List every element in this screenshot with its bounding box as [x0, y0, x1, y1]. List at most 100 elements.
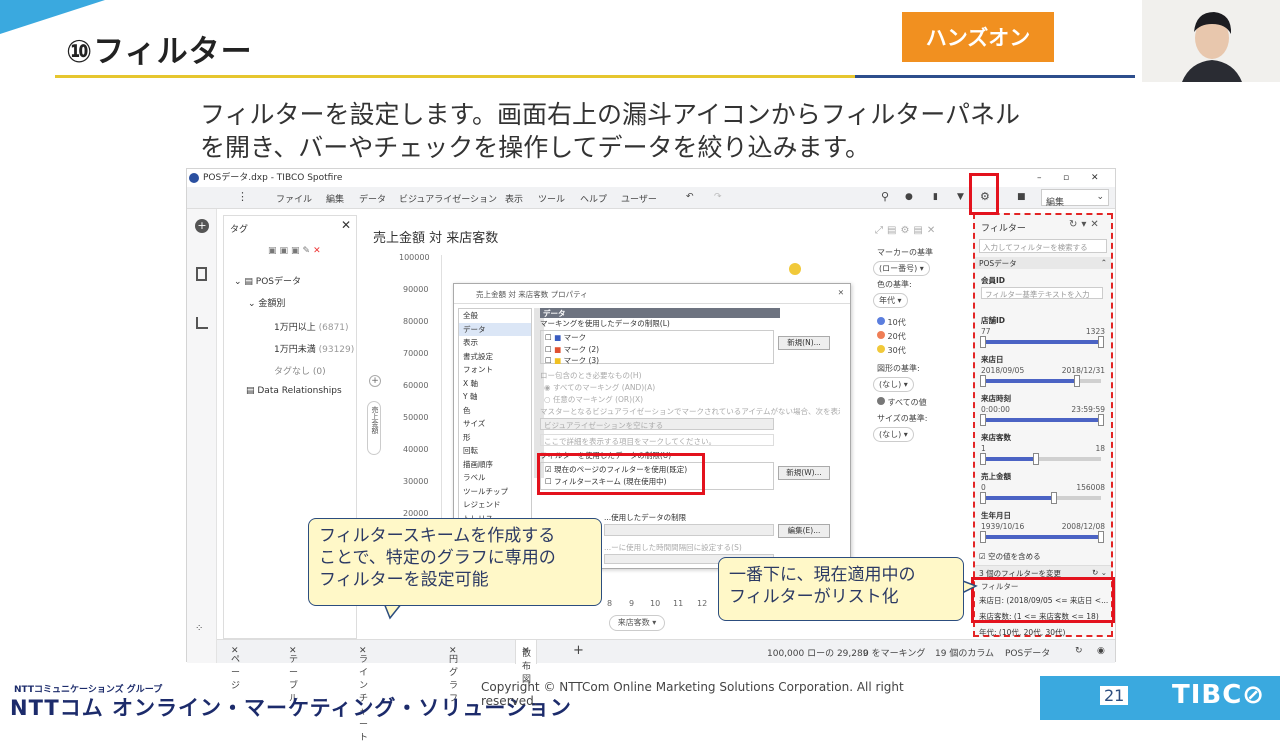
range-handle-high[interactable]	[1098, 414, 1104, 426]
range-handle-low[interactable]	[980, 414, 986, 426]
legend-size-select[interactable]: (なし) ▾	[873, 427, 914, 442]
dialog-nav-item[interactable]: 回転	[459, 444, 531, 458]
marking-item[interactable]: ☐ ■ マーク (3)	[541, 355, 773, 366]
range-handle-high[interactable]	[1033, 453, 1040, 465]
data-point[interactable]	[789, 263, 801, 275]
add-tab-icon[interactable]: +	[573, 643, 584, 658]
dialog-nav-item[interactable]: 描画順序	[459, 458, 531, 472]
tab-pie-chart[interactable]: 円グラフ ✕	[449, 646, 458, 704]
menu-view[interactable]: 表示	[505, 192, 523, 205]
menu-tools[interactable]: ツール	[538, 192, 565, 205]
empty-values-checkbox[interactable]: ☑ 空の値を含める	[979, 551, 1041, 562]
tree-node-untagged[interactable]: タグなし (0)	[274, 364, 326, 377]
menu-visualization[interactable]: ビジュアライゼーション	[399, 192, 497, 205]
dialog-nav-item[interactable]: ラベル	[459, 471, 531, 485]
minimize-icon[interactable]: –	[1037, 169, 1042, 187]
menu-user[interactable]: ユーザー	[621, 192, 657, 205]
status-datatable[interactable]: POSデータ	[1005, 646, 1050, 659]
range-handle-low[interactable]	[980, 336, 986, 348]
add-axis-icon[interactable]: +	[369, 375, 381, 387]
legend-item[interactable]: 10代	[877, 317, 906, 328]
range-handle-low[interactable]	[980, 375, 986, 387]
radio-any-markings[interactable]: ○ 任意のマーキング (OR)(X)	[544, 394, 643, 405]
range-handle-low[interactable]	[980, 531, 986, 543]
dialog-nav-item[interactable]: X 軸	[459, 377, 531, 391]
range-handle-high[interactable]	[1074, 375, 1081, 387]
menu-data[interactable]: データ	[359, 192, 386, 205]
menu-help[interactable]: ヘルプ	[580, 192, 607, 205]
close-icon[interactable]: ✕	[1091, 169, 1099, 187]
tab-line-chart[interactable]: ラインチャート ✕	[359, 646, 368, 743]
y-axis-selector[interactable]: 売上金額	[367, 401, 381, 455]
dialog-close-icon[interactable]: ✕	[838, 288, 844, 297]
new-marking-button[interactable]: 新規(N)...	[778, 336, 830, 350]
viz-toolbar-icons[interactable]: ⤢▤⚙▤✕	[875, 225, 939, 236]
edit-mode-select[interactable]: 編集 ⌄	[1041, 189, 1109, 208]
empty-viz-select[interactable]: ビジュアライゼーションを空にする	[540, 418, 774, 430]
tree-node-relationships[interactable]: ▤ Data Relationships	[246, 386, 342, 396]
dialog-nav-item[interactable]: 書式設定	[459, 350, 531, 364]
tag-toolbar-icons[interactable]: ▣▣▣✎✕	[268, 246, 324, 256]
legend-color-select[interactable]: 年代 ▾	[873, 293, 908, 308]
bar-chart-icon[interactable]	[196, 317, 208, 329]
redo-icon[interactable]: ↷	[714, 192, 722, 202]
edit-limit-button[interactable]: 編集(E)...	[778, 524, 830, 538]
range-handle-low[interactable]	[980, 453, 986, 465]
dialog-nav-item[interactable]: データ	[459, 322, 531, 336]
range-handle-high[interactable]	[1098, 531, 1104, 543]
dialog-nav-item[interactable]: 表示	[459, 336, 531, 350]
dialog-nav-item[interactable]: 形	[459, 431, 531, 445]
globe-icon[interactable]: ◉	[1097, 646, 1105, 656]
dialog-nav-item[interactable]: レジェンド	[459, 498, 531, 512]
data-table-icon[interactable]	[196, 267, 207, 281]
dialog-nav-item[interactable]: 色	[459, 404, 531, 418]
tab-table[interactable]: テーブル ✕	[289, 646, 298, 704]
marking-item[interactable]: ☐ ■ マーク (2)	[541, 344, 773, 355]
maximize-icon[interactable]: ▫	[1063, 169, 1069, 187]
range-handle-high[interactable]	[1098, 336, 1104, 348]
dialog-nav-item[interactable]: 全般	[459, 309, 531, 323]
tab-page[interactable]: ページ ✕	[231, 646, 240, 691]
tree-node-over-10k[interactable]: 1万円以上 (6871)	[274, 320, 349, 333]
legend-shape-select[interactable]: (なし) ▾	[873, 377, 914, 392]
tree-node-posdata[interactable]: ⌄ ▤ POSデータ	[234, 274, 301, 287]
dialog-nav-item[interactable]: Y 軸	[459, 390, 531, 404]
tag-panel-close-icon[interactable]: ✕	[341, 218, 351, 232]
legend-item[interactable]: 20代	[877, 331, 906, 342]
marking-item[interactable]: ☐ ■ マーク	[541, 331, 773, 344]
tree-node-under-10k[interactable]: 1万円未満 (93129)	[274, 342, 354, 355]
filter-text-input[interactable]: フィルター基準テキストを入力	[981, 287, 1103, 299]
dialog-nav-item[interactable]: フォント	[459, 363, 531, 377]
legend-item[interactable]: すべての値	[877, 397, 927, 408]
search-icon[interactable]: ⚲	[881, 190, 889, 203]
dialog-nav-item[interactable]: サイズ	[459, 417, 531, 431]
network-icon[interactable]: ⁘	[195, 623, 203, 634]
legend-item[interactable]: 30代	[877, 345, 906, 356]
refresh-icon[interactable]: ↻	[1075, 646, 1083, 656]
filter-search-input[interactable]: 入力してフィルターを検索する	[979, 239, 1107, 253]
filter-change-count[interactable]: 3 個のフィルターを変更 ↻ ⌄	[975, 565, 1111, 578]
reset-icon[interactable]: ↻ ⌄	[1092, 568, 1107, 577]
notification-icon[interactable]: ■	[1017, 192, 1026, 202]
filter-group-header[interactable]: POSデータ ⌃	[975, 257, 1111, 269]
menu-edit[interactable]: 編集	[326, 192, 344, 205]
undo-icon[interactable]: ↶	[686, 192, 694, 202]
range-handle-high[interactable]	[1050, 492, 1057, 504]
menu-kebab-icon[interactable]: ⋮	[237, 190, 248, 203]
chat-icon[interactable]: ●	[905, 192, 913, 202]
tree-node-amount[interactable]: ⌄ 金額別	[248, 296, 285, 309]
bookmark-icon[interactable]: ▮	[933, 192, 938, 202]
range-handle-low[interactable]	[980, 492, 986, 504]
menu-file[interactable]: ファイル	[276, 192, 312, 205]
filter-funnel-icon[interactable]: ▼	[957, 192, 964, 202]
new-filter-scheme-button[interactable]: 新規(W)...	[778, 466, 830, 480]
limit-input[interactable]	[604, 524, 774, 536]
radio-all-markings[interactable]: ◉ すべてのマーキング (AND)(A)	[544, 382, 655, 393]
legend-marker-select[interactable]: (ロー番号) ▾	[873, 261, 930, 276]
filter-panel-actions[interactable]: ↻▾✕	[1069, 219, 1103, 230]
add-icon[interactable]: +	[195, 219, 209, 233]
applied-filter-item[interactable]: 年代: (10代, 20代, 30代)	[979, 627, 1109, 638]
tab-scatter[interactable]: 散布図 ✕	[515, 640, 537, 685]
dialog-nav-item[interactable]: ツールチップ	[459, 485, 531, 499]
x-axis-selector[interactable]: 来店客数 ▾	[609, 615, 665, 631]
